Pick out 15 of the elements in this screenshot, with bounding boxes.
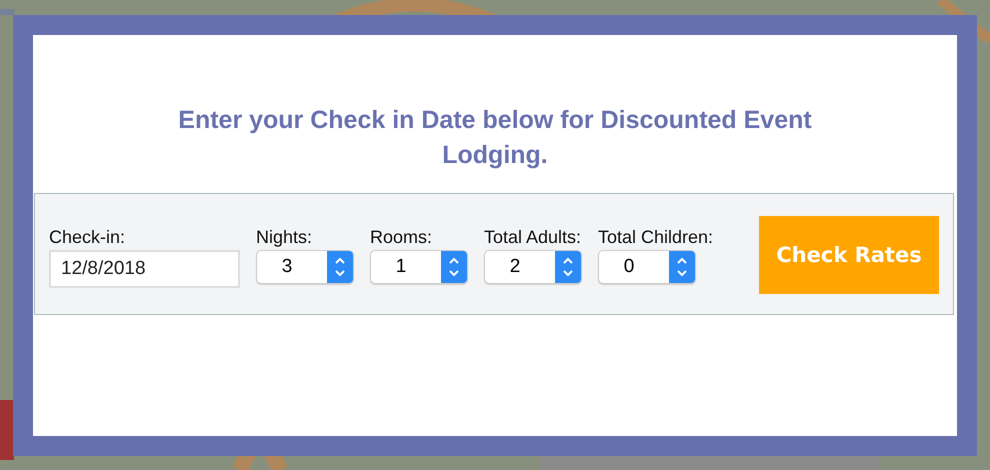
heading: Enter your Check in Date below for Discounted Event Lodging.: [177, 105, 813, 171]
dropdown[interactable]: 3: [256, 250, 354, 284]
field-label: Total Adults:: [484, 226, 582, 248]
field-label: Check-in:: [49, 226, 126, 248]
up-down-arrows-icon: [441, 251, 467, 283]
field-label: Rooms:: [370, 226, 434, 248]
date-field[interactable]: 12/8/2018: [49, 250, 240, 288]
dropdown[interactable]: 2: [484, 250, 582, 284]
field-label: Nights:: [256, 226, 314, 248]
field-label: Total Children:: [598, 226, 714, 248]
dropdown[interactable]: 0: [598, 250, 696, 284]
up-down-arrows-icon: [327, 251, 353, 283]
up-down-arrows-icon: [669, 251, 695, 283]
up-down-arrows-icon: [555, 251, 581, 283]
dropdown[interactable]: 1: [370, 250, 468, 284]
